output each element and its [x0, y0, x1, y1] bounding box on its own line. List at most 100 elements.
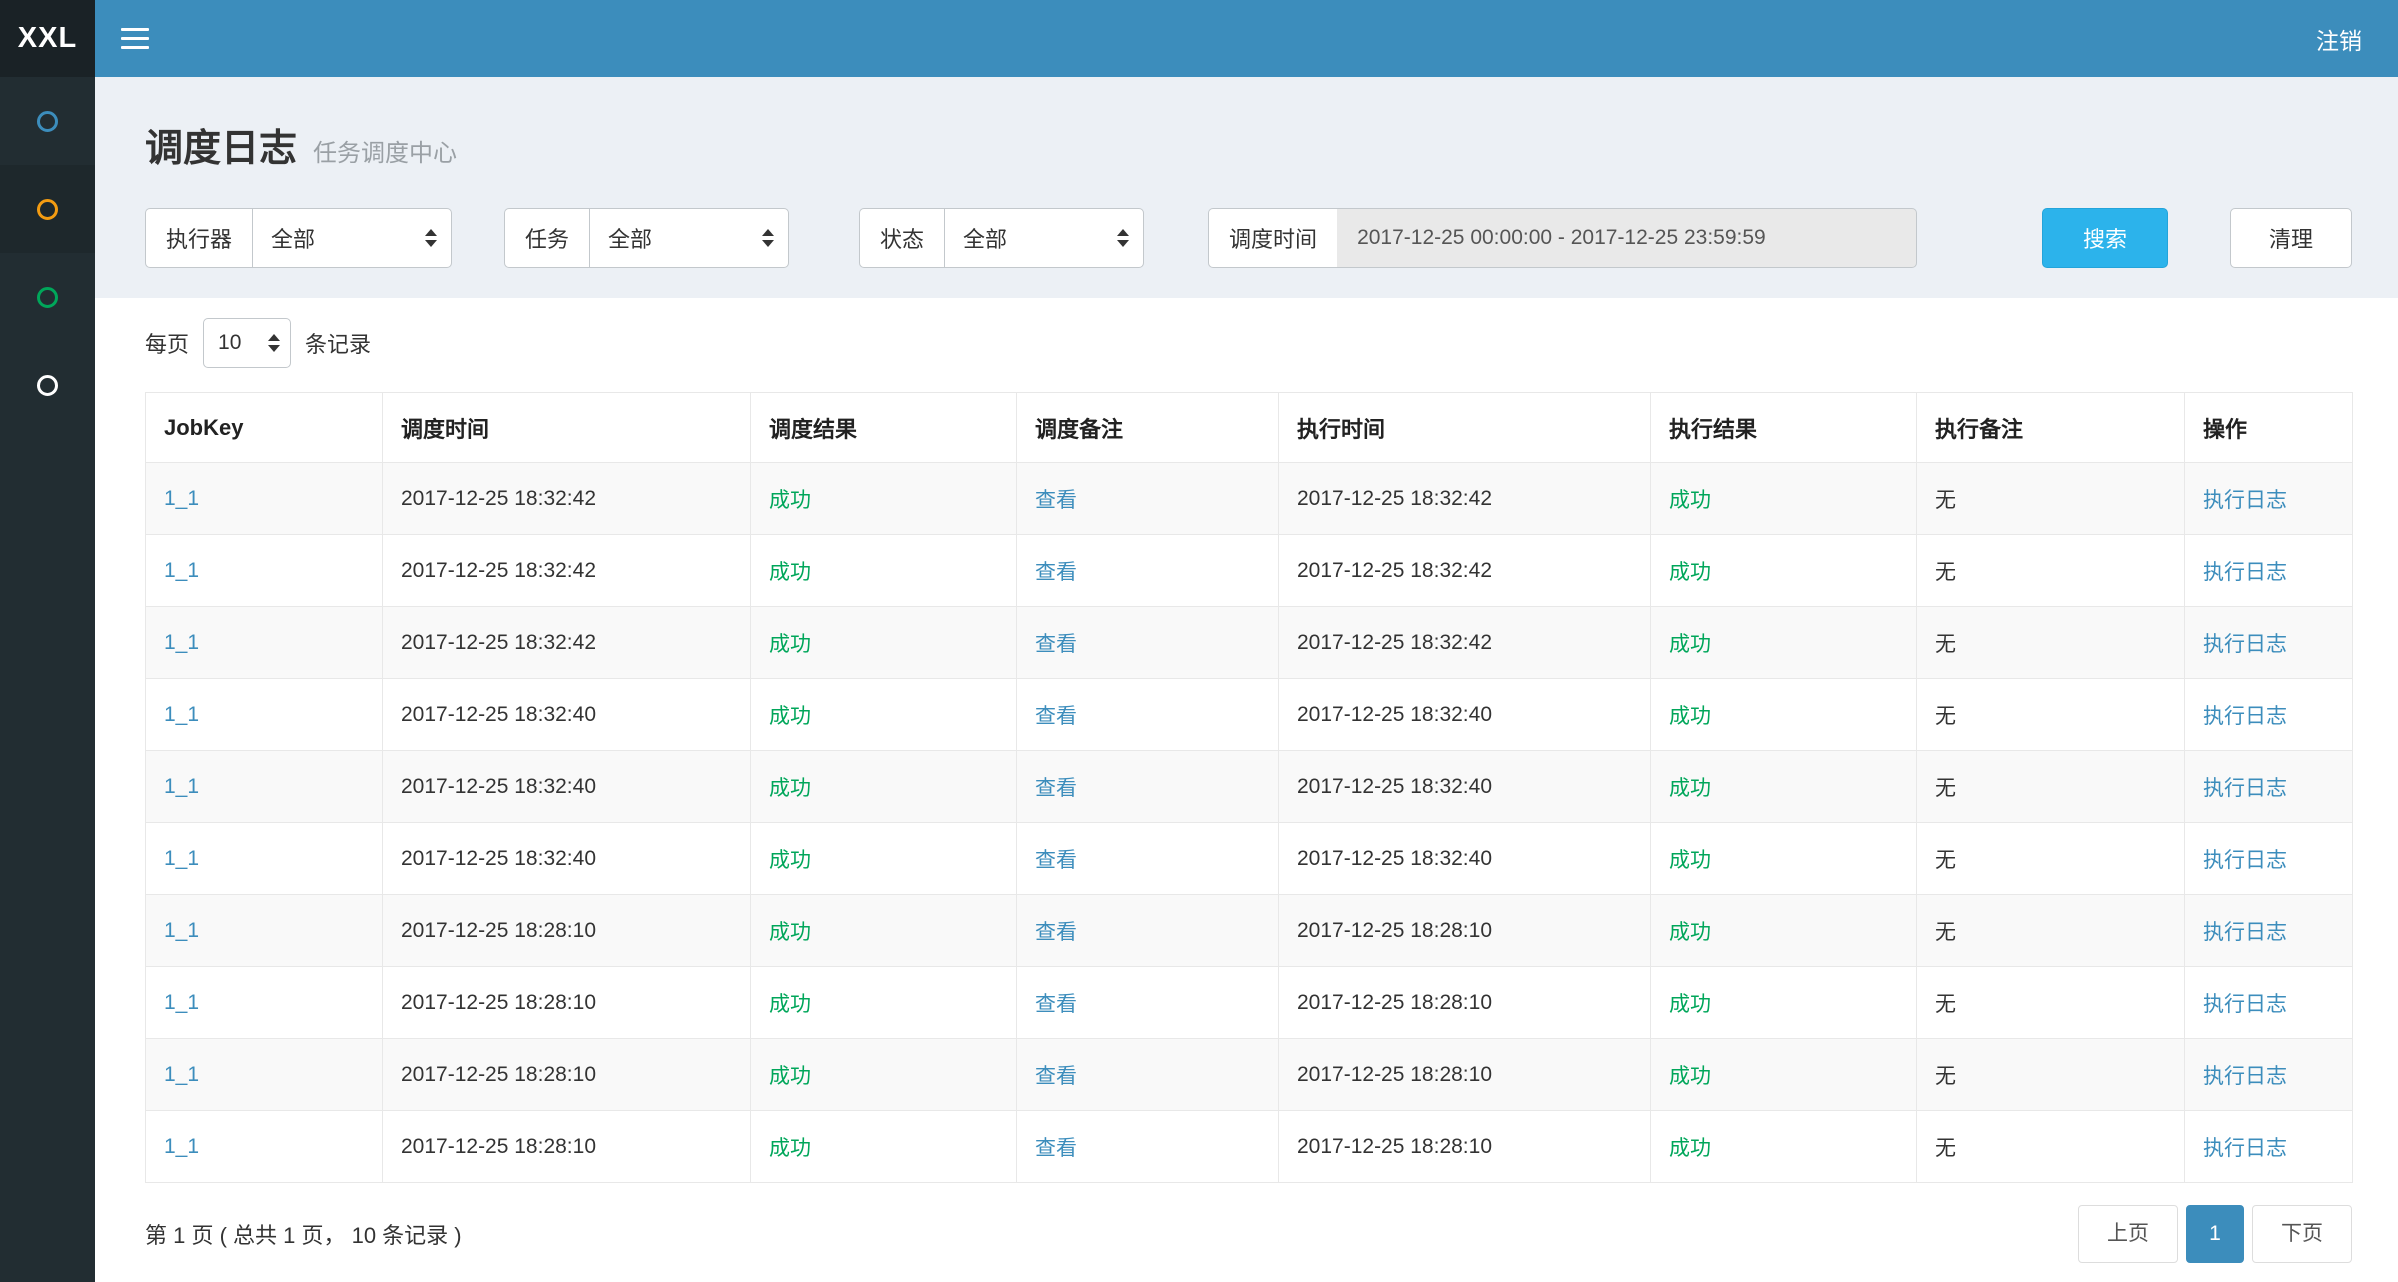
table-row: 1_12017-12-25 18:32:40成功查看2017-12-25 18:… — [146, 679, 2353, 751]
table-cell: 成功 — [751, 967, 1017, 1039]
schedule-result: 成功 — [769, 561, 811, 584]
schedule-result: 成功 — [769, 777, 811, 800]
table-cell: 执行日志 — [2185, 823, 2353, 895]
job-select[interactable]: 全部 — [589, 208, 789, 268]
table-cell: 查看 — [1017, 535, 1279, 607]
exec-log-link[interactable]: 执行日志 — [2203, 633, 2287, 656]
schedule-remark-link[interactable]: 查看 — [1035, 1137, 1077, 1160]
table-cell: 查看 — [1017, 679, 1279, 751]
exec-remark-cell: 无 — [1917, 751, 2185, 823]
exec-log-link[interactable]: 执行日志 — [2203, 777, 2287, 800]
jobkey-link[interactable]: 1_1 — [164, 559, 199, 582]
table-cell: 成功 — [1651, 967, 1917, 1039]
sidebar-item-1[interactable] — [0, 77, 95, 165]
exec-remark-cell: 无 — [1917, 679, 2185, 751]
table-row: 1_12017-12-25 18:32:40成功查看2017-12-25 18:… — [146, 751, 2353, 823]
exec-result: 成功 — [1669, 1065, 1711, 1088]
exec-result: 成功 — [1669, 1137, 1711, 1160]
jobkey-link[interactable]: 1_1 — [164, 703, 199, 726]
jobkey-link[interactable]: 1_1 — [164, 631, 199, 654]
schedule-time-filter: 调度时间 — [1208, 208, 1917, 268]
jobkey-link[interactable]: 1_1 — [164, 847, 199, 870]
filter-bar: 执行器 全部 任务 全部 状态 全部 — [95, 172, 2398, 268]
table-cell: 查看 — [1017, 895, 1279, 967]
search-button[interactable]: 搜索 — [2042, 208, 2168, 268]
exec-result: 成功 — [1669, 777, 1711, 800]
logout-link[interactable]: 注销 — [2280, 0, 2398, 77]
jobkey-link[interactable]: 1_1 — [164, 1135, 199, 1158]
status-select[interactable]: 全部 — [944, 208, 1144, 268]
page-size-select[interactable]: 10 — [203, 318, 291, 368]
schedule-remark-link[interactable]: 查看 — [1035, 561, 1077, 584]
schedule-time-range-input[interactable] — [1337, 208, 1917, 268]
column-header: 调度备注 — [1017, 393, 1279, 463]
table-cell: 执行日志 — [2185, 967, 2353, 1039]
exec-log-link[interactable]: 执行日志 — [2203, 849, 2287, 872]
schedule-remark-link[interactable]: 查看 — [1035, 633, 1077, 656]
schedule-remark-link[interactable]: 查看 — [1035, 849, 1077, 872]
schedule-result: 成功 — [769, 1137, 811, 1160]
jobkey-link[interactable]: 1_1 — [164, 1063, 199, 1086]
table-footer: 第 1 页 ( 总共 1 页， 10 条记录 ) 上页 1 下页 — [145, 1183, 2352, 1282]
table-cell: 1_1 — [146, 895, 383, 967]
table-cell: 成功 — [751, 679, 1017, 751]
jobkey-link[interactable]: 1_1 — [164, 487, 199, 510]
schedule-remark-link[interactable]: 查看 — [1035, 777, 1077, 800]
main-layout: 调度日志任务调度中心 执行器 全部 任务 全部 状态 全部 — [0, 77, 2398, 1282]
navbar-spacer — [175, 0, 2280, 77]
next-page-button[interactable]: 下页 — [2252, 1205, 2352, 1263]
exec-log-link[interactable]: 执行日志 — [2203, 921, 2287, 944]
log-panel: 每页 10 条记录 JobKey调度时间调度结果调度备注执行时间执行结果执行备注… — [95, 298, 2398, 1282]
executor-filter: 执行器 全部 — [145, 208, 452, 268]
table-cell: 成功 — [751, 895, 1017, 967]
table-row: 1_12017-12-25 18:28:10成功查看2017-12-25 18:… — [146, 895, 2353, 967]
circle-outline-icon — [37, 111, 58, 132]
log-table-body: 1_12017-12-25 18:32:42成功查看2017-12-25 18:… — [146, 463, 2353, 1183]
column-header: 执行结果 — [1651, 393, 1917, 463]
page-1-button[interactable]: 1 — [2186, 1205, 2244, 1263]
exec-remark-cell: 无 — [1917, 823, 2185, 895]
table-cell: 查看 — [1017, 967, 1279, 1039]
table-row: 1_12017-12-25 18:32:42成功查看2017-12-25 18:… — [146, 535, 2353, 607]
exec-log-link[interactable]: 执行日志 — [2203, 1137, 2287, 1160]
exec-log-link[interactable]: 执行日志 — [2203, 993, 2287, 1016]
status-select-value: 全部 — [963, 222, 1007, 254]
table-cell: 1_1 — [146, 967, 383, 1039]
content-area: 调度日志任务调度中心 执行器 全部 任务 全部 状态 全部 — [95, 77, 2398, 1282]
executor-select[interactable]: 全部 — [252, 208, 452, 268]
job-select-value: 全部 — [608, 222, 652, 254]
table-cell: 查看 — [1017, 823, 1279, 895]
schedule-remark-link[interactable]: 查看 — [1035, 921, 1077, 944]
schedule-time-cell: 2017-12-25 18:28:10 — [383, 1039, 751, 1111]
jobkey-link[interactable]: 1_1 — [164, 991, 199, 1014]
hamburger-icon — [121, 28, 149, 31]
exec-time-cell: 2017-12-25 18:32:40 — [1279, 679, 1651, 751]
sidebar-toggle-button[interactable] — [95, 0, 175, 77]
schedule-remark-link[interactable]: 查看 — [1035, 489, 1077, 512]
page-size-prefix-label: 每页 — [145, 327, 189, 359]
table-cell: 1_1 — [146, 679, 383, 751]
clear-button[interactable]: 清理 — [2230, 208, 2352, 268]
exec-time-cell: 2017-12-25 18:32:42 — [1279, 607, 1651, 679]
sidebar-item-4[interactable] — [0, 341, 95, 429]
exec-log-link[interactable]: 执行日志 — [2203, 561, 2287, 584]
navbar-main: 注销 — [95, 0, 2398, 77]
exec-log-link[interactable]: 执行日志 — [2203, 489, 2287, 512]
jobkey-link[interactable]: 1_1 — [164, 775, 199, 798]
table-cell: 查看 — [1017, 463, 1279, 535]
table-cell: 执行日志 — [2185, 1111, 2353, 1183]
schedule-remark-link[interactable]: 查看 — [1035, 705, 1077, 728]
prev-page-button[interactable]: 上页 — [2078, 1205, 2178, 1263]
schedule-remark-link[interactable]: 查看 — [1035, 1065, 1077, 1088]
schedule-time-cell: 2017-12-25 18:28:10 — [383, 967, 751, 1039]
sidebar-item-2[interactable] — [0, 165, 95, 253]
exec-log-link[interactable]: 执行日志 — [2203, 1065, 2287, 1088]
log-table: JobKey调度时间调度结果调度备注执行时间执行结果执行备注操作 1_12017… — [145, 392, 2353, 1183]
table-cell: 成功 — [751, 535, 1017, 607]
table-cell: 执行日志 — [2185, 463, 2353, 535]
sidebar-item-3[interactable] — [0, 253, 95, 341]
exec-log-link[interactable]: 执行日志 — [2203, 705, 2287, 728]
table-cell: 执行日志 — [2185, 1039, 2353, 1111]
schedule-remark-link[interactable]: 查看 — [1035, 993, 1077, 1016]
jobkey-link[interactable]: 1_1 — [164, 919, 199, 942]
